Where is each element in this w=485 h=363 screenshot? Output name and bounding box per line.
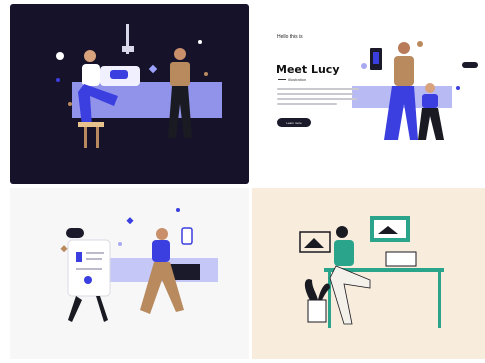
wall-picture-mountain <box>304 238 324 248</box>
document-line <box>76 268 102 270</box>
decor-dot <box>176 208 180 212</box>
decor-dot <box>198 40 202 44</box>
runner-head <box>156 228 168 240</box>
hero-small-label: Hello this is <box>277 34 303 40</box>
person-legs <box>329 265 371 325</box>
decor-diamond <box>126 217 134 225</box>
decor-dot <box>417 41 423 47</box>
runner-top <box>152 240 170 262</box>
decor-dot <box>56 78 60 82</box>
screen-icon <box>110 70 128 79</box>
decor-dot <box>118 242 122 246</box>
child-legs <box>418 108 444 140</box>
decor-pill <box>66 228 84 238</box>
person2-jacket <box>170 62 190 86</box>
person-hair <box>336 226 348 238</box>
decor-dot <box>456 86 460 90</box>
person-shirt <box>82 64 100 86</box>
woman-head <box>398 42 410 54</box>
child-head <box>425 83 435 93</box>
stool-leg-right <box>96 126 99 148</box>
person2-head <box>174 48 186 60</box>
document-line <box>86 258 102 260</box>
running-document-illustration <box>10 188 249 359</box>
plant-pot <box>307 299 327 323</box>
document-badge <box>84 276 92 284</box>
running-scene-svg <box>60 208 218 322</box>
dark-workspace-illustration <box>10 4 249 184</box>
hero-title: Meet Lucy <box>276 63 340 76</box>
document-leg-left <box>68 296 82 322</box>
decor-diamond <box>60 245 68 253</box>
stool-leg-left <box>84 126 87 148</box>
phone <box>181 227 193 245</box>
desk-monitor-illustration <box>252 188 485 359</box>
lavender-panel <box>72 82 222 118</box>
person-head <box>84 50 96 62</box>
woman-top <box>394 56 414 86</box>
stool-seat <box>78 122 104 127</box>
decor-dot <box>68 102 72 106</box>
decor-dot <box>204 72 208 76</box>
dark-scene-svg <box>56 24 222 148</box>
learn-more-button[interactable]: Learn more <box>277 118 311 127</box>
frame-inner <box>373 52 379 64</box>
lamp-head <box>122 46 134 52</box>
plant-leaf <box>304 279 318 300</box>
hero-subtitle: Illustration <box>277 77 307 82</box>
decor-pill <box>462 62 478 68</box>
meet-lucy-hero-illustration: Hello this is Meet Lucy Illustration Lea… <box>252 4 485 184</box>
decor-dot <box>56 52 64 60</box>
person-top <box>334 240 354 266</box>
child-top <box>422 94 438 108</box>
document-chart <box>76 252 82 262</box>
decor-dot <box>361 63 367 69</box>
laptop <box>385 251 417 267</box>
desk-leg <box>438 272 441 328</box>
desk-scene-svg <box>299 216 444 328</box>
document-line <box>86 252 104 254</box>
hero-body-text <box>277 88 359 108</box>
decor-diamond <box>148 64 158 74</box>
document-leg-right <box>96 296 108 322</box>
